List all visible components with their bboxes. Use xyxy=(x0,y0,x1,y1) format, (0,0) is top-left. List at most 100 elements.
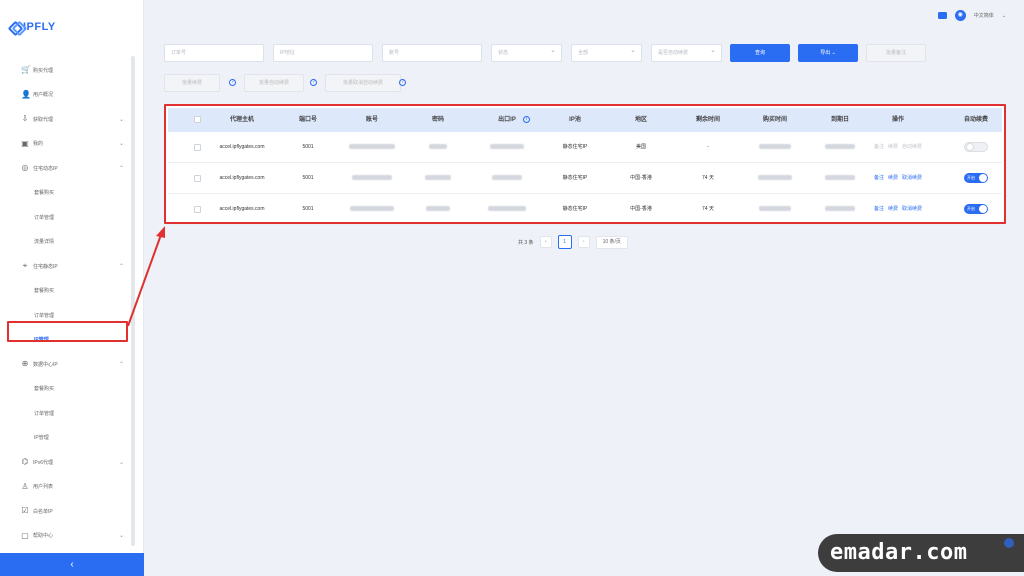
column-header: 地区 xyxy=(634,117,648,123)
account-input[interactable]: 账号 xyxy=(382,44,482,62)
row-action-link[interactable]: 备注 xyxy=(874,144,884,150)
sidebar-collapse-button[interactable]: ‹ xyxy=(0,553,144,576)
batch-renew-button[interactable]: 批量续费 xyxy=(164,74,220,92)
cell-expiry-date-redacted xyxy=(825,163,855,194)
batch-auto-renew-button[interactable]: 批量自动续费 xyxy=(244,74,304,92)
export-button[interactable]: 导出 ⌄ xyxy=(798,44,858,62)
sidebar-item[interactable]: ▢ 帮助中心 ⌄ xyxy=(0,524,134,549)
column-header: IP池 xyxy=(569,117,581,123)
chat-bubble-icon[interactable] xyxy=(1004,538,1014,548)
brand-name: IPFLY xyxy=(23,21,56,33)
users-icon: ♙ xyxy=(21,481,29,491)
cell-actions: 备注 续费 取消续费 xyxy=(872,163,924,194)
cell-remaining-time: 74 天 xyxy=(702,206,714,212)
row-checkbox[interactable] xyxy=(194,144,201,151)
annotation-highlight-ip-management xyxy=(7,321,128,342)
chevron-icon: ⌃ xyxy=(118,263,124,270)
total-count: 共 3 条 xyxy=(518,239,534,246)
row-checkbox[interactable] xyxy=(194,175,201,182)
chevron-down-icon[interactable]: ⌄ xyxy=(1002,13,1006,19)
cell-proxy-host: accel.ipflygates.com xyxy=(219,144,265,150)
chevron-icon: ⌃ xyxy=(118,165,124,172)
next-page-button[interactable]: › xyxy=(577,236,590,248)
row-action-link[interactable]: 续费 xyxy=(888,175,898,181)
row-action-link[interactable]: 取消续费 xyxy=(902,175,922,181)
sidebar-item-label: 套餐购买 xyxy=(34,190,55,197)
sidebar-scrollbar[interactable] xyxy=(131,56,135,546)
sidebar-item-label: 订单管理 xyxy=(34,410,55,417)
row-action-link[interactable]: 续费 xyxy=(888,144,898,150)
help-circle-icon[interactable]: ? xyxy=(399,79,406,86)
toggle-knob xyxy=(979,174,987,182)
globe-icon: ◎ xyxy=(21,163,29,173)
cell-password-redacted xyxy=(426,194,450,225)
sidebar-item[interactable]: ⌬ IPv6代理 ⌄ xyxy=(0,450,134,475)
message-icon[interactable] xyxy=(937,12,947,19)
sidebar-item[interactable]: ⊕ 数据中心IP ⌃ xyxy=(0,352,134,377)
row-action-link[interactable]: 取消续费 xyxy=(902,206,922,212)
sidebar-item[interactable]: ◎ 住宅动态IP ⌃ xyxy=(0,156,134,181)
order-no-input[interactable]: 订单号 xyxy=(164,44,264,62)
sidebar-item[interactable]: ♙ 用户列表 xyxy=(0,475,134,500)
brand-logo[interactable]: IPFLY xyxy=(10,20,56,34)
sidebar-item[interactable]: 流量详情 xyxy=(0,230,134,255)
column-header: 账号 xyxy=(365,117,379,123)
sidebar-item[interactable]: ⌖ 住宅静态IP ⌃ xyxy=(0,254,134,279)
sidebar-item[interactable]: 👤 用户概况 xyxy=(0,83,134,108)
sidebar-item[interactable]: 套餐购买 xyxy=(0,279,134,304)
auto-renew-toggle[interactable] xyxy=(964,142,988,152)
topbar: ◉ 中文简体 ⌄ xyxy=(937,10,1006,21)
ip-address-input[interactable]: IP地址 xyxy=(273,44,373,62)
language-selector[interactable]: 中文简体 xyxy=(974,12,994,19)
row-action-link[interactable]: 自动续费 xyxy=(902,144,922,150)
search-button[interactable]: 查询 xyxy=(730,44,790,62)
region-select[interactable]: 全部 xyxy=(571,43,642,62)
help-circle-icon[interactable]: ? xyxy=(229,79,236,86)
sidebar-item-label: 我的 xyxy=(33,141,44,148)
sidebar: IPFLY 🛒 购买代理 👤 用户概况 ⇩ 获取代理 ⌄ ▣ 我的 ⌄ ◎ 住宅动态IP ⌃ 套餐购买 订单… xyxy=(0,0,144,576)
help-icon: ▢ xyxy=(21,530,29,540)
cell-port: 5001 xyxy=(302,206,314,212)
info-icon[interactable]: i xyxy=(523,116,530,123)
cell-account-redacted xyxy=(352,163,392,194)
logo-icon xyxy=(10,22,20,32)
toggle-label: 开启 xyxy=(967,206,975,211)
sidebar-item-label: 套餐购买 xyxy=(34,386,55,393)
row-action-link[interactable]: 备注 xyxy=(874,175,884,181)
batch-remark-button[interactable]: 批量备注 xyxy=(866,44,926,62)
sidebar-item[interactable]: ⇩ 获取代理 ⌄ xyxy=(0,107,134,132)
server-icon: ⊕ xyxy=(21,359,29,369)
sidebar-item[interactable]: 订单管理 xyxy=(0,401,134,426)
auto-renew-toggle[interactable]: 开启 xyxy=(964,173,988,183)
language-globe-icon[interactable]: ◉ xyxy=(954,10,966,21)
auto-renew-select[interactable]: 是否自动续费 xyxy=(651,43,722,62)
sidebar-item[interactable]: 套餐购买 xyxy=(0,181,134,206)
sidebar-item-label: IP管理 xyxy=(34,435,49,442)
page-number-current[interactable]: 1 xyxy=(557,235,572,249)
sidebar-item[interactable]: 🛒 购买代理 xyxy=(0,58,134,83)
batch-cancel-auto-renew-button[interactable]: 批量取消自动续费 xyxy=(325,74,401,92)
row-action-link[interactable]: 备注 xyxy=(874,206,884,212)
sidebar-item[interactable]: ☑ 白名单IP xyxy=(0,499,134,524)
sidebar-item[interactable]: IP管理 xyxy=(0,426,134,451)
select-all-checkbox[interactable] xyxy=(194,116,201,123)
prev-page-button[interactable]: ‹ xyxy=(539,236,552,248)
ip-table: 代理主机 端口号 账号 密码 出口IP i IP池 地区 剩余时间 购买时间 到期日 操作 自动续费 a… xyxy=(164,104,1006,225)
auto-renew-toggle[interactable]: 开启 xyxy=(964,204,988,214)
cell-actions: 备注 续费 自动续费 xyxy=(872,132,924,163)
status-select[interactable]: 状态 xyxy=(491,43,562,62)
chevron-icon: ⌄ xyxy=(118,141,124,148)
table-row: accel.ipflygates.com 5001 静态住宅IP 美国 - 备注 续费 自动续… xyxy=(168,132,1002,163)
help-circle-icon[interactable]: ? xyxy=(310,79,317,86)
cell-actions: 备注 续费 取消续费 xyxy=(872,194,924,225)
sidebar-item[interactable]: 订单管理 xyxy=(0,205,134,230)
cell-purchase-time-redacted xyxy=(759,194,791,225)
sidebar-item[interactable]: 套餐购买 xyxy=(0,377,134,402)
row-action-link[interactable]: 续费 xyxy=(888,206,898,212)
column-header: 出口IP xyxy=(498,117,516,123)
table-row: accel.ipflygates.com 5001 静态住宅IP 中国-香港 74 天 备… xyxy=(168,163,1002,194)
sidebar-item[interactable]: ▣ 我的 ⌄ xyxy=(0,132,134,157)
column-header: 剩余时间 xyxy=(695,117,721,123)
row-checkbox[interactable] xyxy=(194,206,201,213)
page-size-select[interactable]: 10 条/页 xyxy=(595,235,628,249)
